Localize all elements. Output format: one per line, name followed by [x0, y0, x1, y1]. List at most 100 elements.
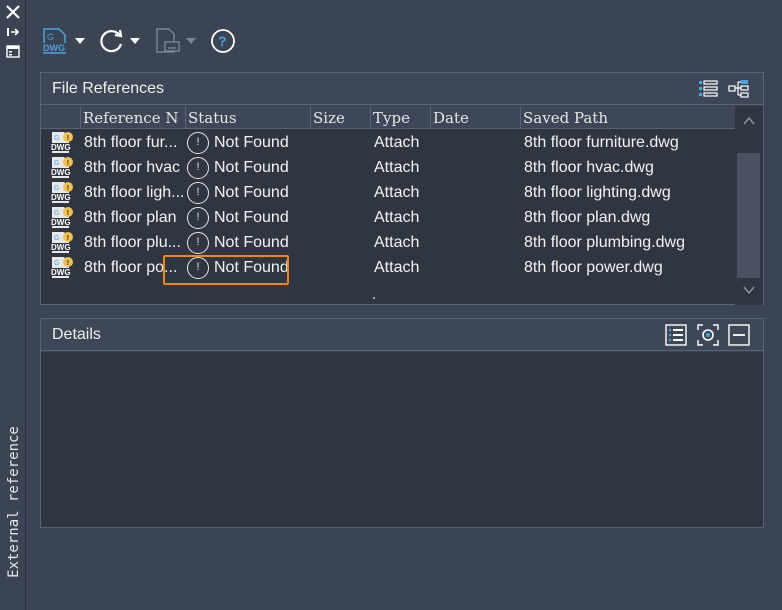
- details-title: Details: [52, 325, 101, 343]
- dwg-file-icon: G !DWG: [50, 232, 73, 253]
- status-text: Not Found: [214, 209, 289, 226]
- not-found-status-icon: !: [187, 131, 209, 154]
- close-icon[interactable]: [5, 4, 21, 20]
- dwg-file-icon: G !DWG: [50, 207, 73, 228]
- column-header-saved-path[interactable]: Saved Path: [520, 106, 735, 129]
- tree-view-icon[interactable]: [728, 78, 750, 100]
- status-cell: ! Not Found: [186, 130, 306, 155]
- table-row[interactable]: G! DWG 8th floor plan! Not Found Attach 8th f…: [41, 205, 735, 230]
- chevron-down-icon[interactable]: [130, 38, 140, 44]
- svg-text:!: !: [67, 135, 69, 142]
- table-marker: [373, 297, 375, 299]
- vertical-scrollbar[interactable]: [735, 106, 763, 305]
- chevron-down-icon[interactable]: [742, 283, 756, 297]
- column-header-size[interactable]: Size: [310, 106, 370, 129]
- status-cell: ! Not Found: [186, 180, 306, 205]
- status-cell: ! Not Found: [186, 155, 306, 180]
- refresh-icon: [100, 29, 123, 53]
- scrollbar-thumb[interactable]: [737, 153, 760, 278]
- dwg-file-icon: G !DWG: [50, 257, 73, 278]
- type-cell: Attach: [374, 134, 420, 151]
- svg-text:G: G: [54, 185, 59, 192]
- chevron-down-icon[interactable]: [186, 38, 196, 44]
- date-cell: [432, 255, 517, 280]
- xref-palette: G DWG ? File References Reference N Stat…: [27, 0, 782, 610]
- svg-text:G: G: [54, 235, 59, 242]
- type-cell: Attach: [374, 159, 420, 176]
- status-cell: ! Not Found: [186, 205, 306, 230]
- collapse-icon[interactable]: [728, 324, 750, 346]
- auto-hide-icon[interactable]: [6, 27, 20, 37]
- list-view-icon[interactable]: [697, 78, 719, 100]
- file-references-list: Reference N Status Size Type Date Saved …: [41, 106, 763, 305]
- size-cell: [312, 130, 367, 155]
- date-cell: [432, 180, 517, 205]
- dwg-file-icon: G !DWG: [50, 182, 73, 203]
- status-text: Not Found: [214, 159, 289, 176]
- help-icon: ?: [211, 29, 235, 53]
- date-cell: [432, 130, 517, 155]
- svg-text:!: !: [67, 260, 69, 267]
- preview-icon[interactable]: [697, 324, 719, 346]
- details-list-icon[interactable]: [665, 324, 687, 346]
- date-cell: [432, 155, 517, 180]
- status-text: Not Found: [214, 184, 289, 201]
- saved-path-cell: 8th floor plan.dwg: [524, 209, 651, 226]
- palette-strip: External reference: [0, 0, 26, 610]
- attach-dwg-button[interactable]: G DWG: [41, 27, 85, 55]
- size-cell: [312, 155, 367, 180]
- column-header-type[interactable]: Type: [370, 106, 430, 129]
- dwg-file-icon: G !DWG: [50, 132, 73, 153]
- column-header-reference-name[interactable]: Reference N: [80, 106, 185, 129]
- references-table: Reference N Status Size Type Date Saved …: [41, 106, 735, 305]
- file-references-panel: File References Reference N Status Size …: [40, 72, 764, 305]
- dwg-file-icon: G !DWG: [50, 157, 73, 178]
- refresh-button[interactable]: [98, 27, 140, 55]
- svg-text:DWG: DWG: [51, 143, 71, 152]
- help-button[interactable]: ?: [209, 27, 237, 55]
- column-header-date[interactable]: Date: [430, 106, 520, 129]
- date-cell: [432, 205, 517, 230]
- svg-text:!: !: [67, 235, 69, 242]
- change-path-button[interactable]: [154, 27, 196, 55]
- table-row[interactable]: G! DWG 8th floor fur...! Not Found Attach 8th…: [41, 130, 735, 155]
- table-header: Reference N Status Size Type Date Saved …: [41, 106, 735, 129]
- not-found-status-icon: !: [187, 181, 209, 204]
- icon-column-header[interactable]: [41, 106, 80, 129]
- reference-name-cell: 8th floor plan: [84, 209, 177, 226]
- details-content: [41, 352, 763, 527]
- file-references-title: File References: [52, 79, 165, 97]
- column-header-status[interactable]: Status: [185, 106, 310, 129]
- type-cell: Attach: [374, 209, 420, 226]
- size-cell: [312, 255, 367, 280]
- svg-text:G: G: [54, 210, 59, 217]
- size-cell: [312, 205, 367, 230]
- not-found-status-icon: !: [187, 206, 209, 229]
- type-cell: Attach: [374, 259, 420, 276]
- table-row[interactable]: G! DWG 8th floor hvac! Not Found Attach 8th f…: [41, 155, 735, 180]
- svg-text:DWG: DWG: [51, 268, 71, 277]
- svg-text:!: !: [67, 210, 69, 217]
- table-row[interactable]: G! DWG 8th floor po...! Not Found Attach 8th …: [41, 255, 735, 280]
- svg-text:DWG: DWG: [51, 168, 71, 177]
- table-row[interactable]: G! DWG 8th floor plu...! Not Found Attach 8th…: [41, 230, 735, 255]
- file-references-header: File References: [41, 73, 763, 105]
- saved-path-cell: 8th floor furniture.dwg: [524, 134, 679, 151]
- type-cell: Attach: [374, 184, 420, 201]
- type-cell: Attach: [374, 234, 420, 251]
- table-row[interactable]: G! DWG 8th floor ligh...! Not Found Attach 8t…: [41, 180, 735, 205]
- not-found-status-icon: !: [187, 156, 209, 179]
- svg-text:G: G: [54, 135, 59, 142]
- saved-path-cell: 8th floor plumbing.dwg: [524, 234, 685, 251]
- chevron-down-icon[interactable]: [75, 38, 85, 44]
- svg-text:!: !: [67, 160, 69, 167]
- date-cell: [432, 230, 517, 255]
- reference-name-cell: 8th floor hvac: [84, 159, 181, 176]
- change-path-icon: [156, 28, 180, 53]
- properties-icon[interactable]: [6, 45, 20, 58]
- svg-text:DWG: DWG: [43, 43, 65, 53]
- dwg-attach-icon: G DWG: [42, 28, 68, 54]
- svg-text:!: !: [67, 185, 69, 192]
- svg-text:?: ?: [218, 33, 227, 49]
- chevron-up-icon[interactable]: [742, 114, 756, 128]
